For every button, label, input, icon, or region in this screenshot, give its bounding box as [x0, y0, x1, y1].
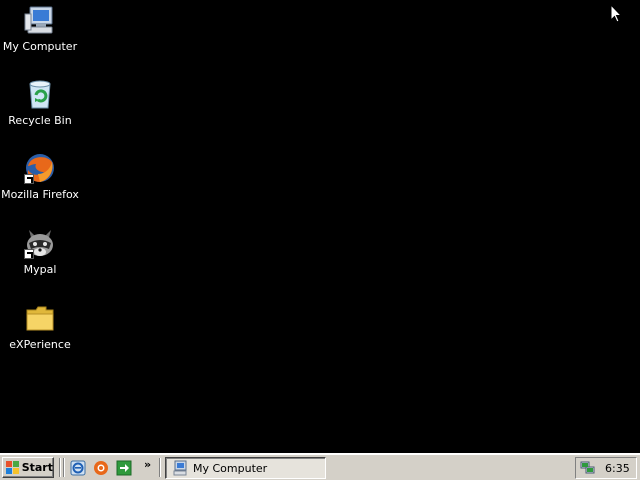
taskbar-separator — [59, 458, 61, 477]
network-icon[interactable] — [580, 460, 596, 476]
mypal-raccoon-icon — [24, 227, 56, 259]
task-button-my-computer[interactable]: My Computer — [165, 457, 326, 479]
my-computer-icon — [24, 4, 56, 36]
system-tray: 6:35 — [575, 457, 637, 479]
shortcut-arrow-icon — [24, 249, 34, 259]
quick-launch-show-desktop[interactable] — [115, 459, 133, 477]
task-button-label: My Computer — [193, 461, 268, 475]
desktop-icon-recycle-bin[interactable]: Recycle Bin — [0, 78, 80, 127]
folder-icon — [24, 302, 56, 334]
quick-launch-overflow-chevron[interactable]: » — [144, 458, 151, 471]
tray-clock[interactable]: 6:35 — [605, 462, 630, 475]
taskbar: Start » My Computer 6:35 — [0, 453, 640, 480]
start-label: Start — [21, 461, 53, 474]
desktop-icon-label: eXPerience — [9, 338, 71, 351]
firefox-icon — [24, 152, 56, 184]
desktop-icon-label: Mypal — [23, 263, 57, 276]
taskbar-separator — [159, 458, 161, 477]
desktop-icon-mypal[interactable]: Mypal — [0, 227, 80, 276]
quick-launch-browser[interactable] — [92, 459, 110, 477]
windows-logo-icon — [6, 460, 19, 475]
desktop-icon-label: Recycle Bin — [8, 114, 72, 127]
recycle-bin-icon — [24, 78, 56, 110]
taskbar-separator — [63, 458, 65, 477]
orange-browser-icon — [94, 461, 108, 475]
desktop-icon-label: Mozilla Firefox — [1, 188, 79, 201]
green-arrow-icon — [116, 460, 132, 476]
desktop-icon-my-computer[interactable]: My Computer — [0, 4, 80, 53]
internet-explorer-icon — [70, 460, 86, 476]
my-computer-icon — [173, 460, 187, 476]
desktop-icon-mozilla-firefox[interactable]: Mozilla Firefox — [0, 152, 80, 201]
mouse-cursor-icon — [610, 4, 622, 23]
shortcut-arrow-icon — [24, 174, 34, 184]
desktop-icon-experience[interactable]: eXPerience — [0, 302, 80, 351]
start-button[interactable]: Start — [2, 457, 54, 478]
desktop-icon-label: My Computer — [2, 40, 78, 53]
quick-launch-internet-explorer[interactable] — [69, 459, 87, 477]
